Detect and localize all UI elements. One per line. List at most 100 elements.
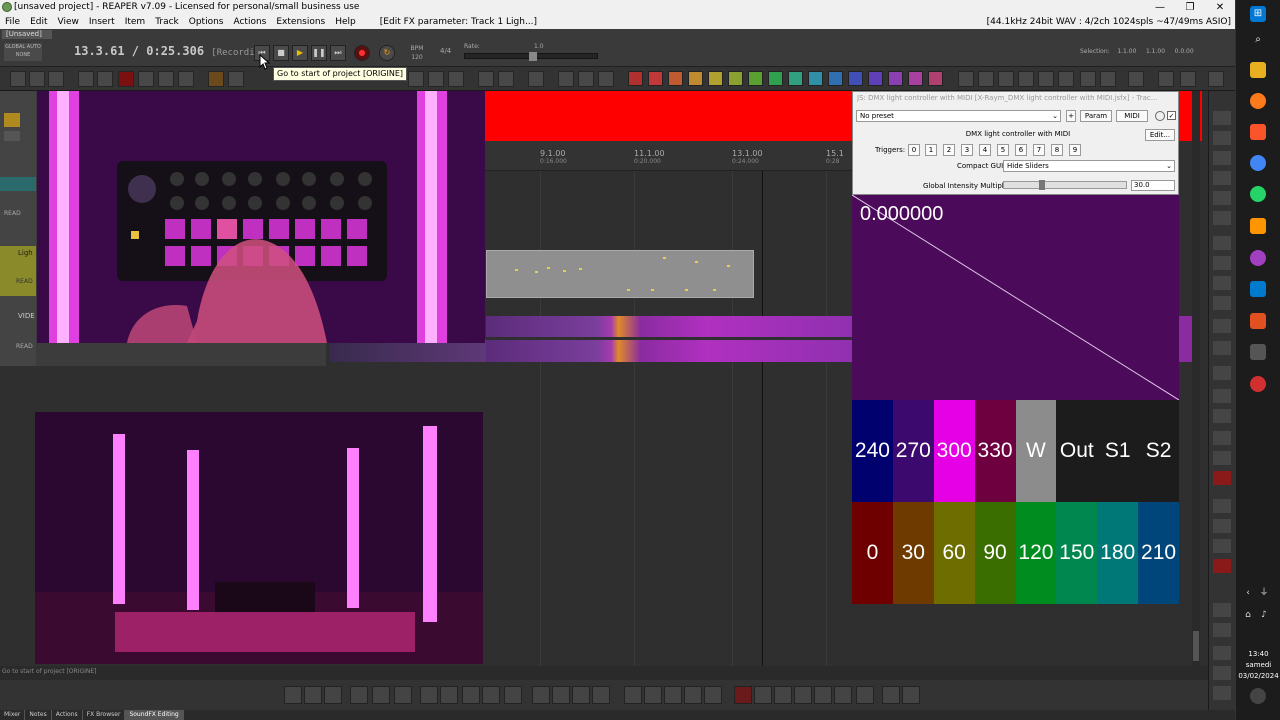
color-swatch[interactable] bbox=[728, 71, 743, 86]
toolbar-button[interactable] bbox=[902, 686, 920, 704]
color-swatch[interactable] bbox=[768, 71, 783, 86]
midi-button[interactable]: MIDI bbox=[1116, 110, 1148, 122]
toolbar-button[interactable] bbox=[478, 71, 494, 87]
restore-button[interactable]: ❐ bbox=[1175, 0, 1205, 15]
menu-actions[interactable]: Actions bbox=[228, 15, 271, 29]
color-swatch[interactable] bbox=[848, 71, 863, 86]
time-display[interactable]: 13.3.61 / 0:25.306 [Recording] bbox=[74, 44, 271, 58]
color-swatch[interactable] bbox=[708, 71, 723, 86]
rate-slider[interactable] bbox=[464, 52, 598, 61]
usb-icon[interactable]: ⏚ bbox=[1256, 585, 1272, 599]
color-swatch[interactable] bbox=[868, 71, 883, 86]
toolbar-button[interactable] bbox=[624, 686, 642, 704]
toolbar-button[interactable] bbox=[138, 71, 154, 87]
fx-graphics-display[interactable]: 0.000000 bbox=[852, 195, 1179, 400]
selection-start[interactable]: 1.1.00 bbox=[1117, 48, 1136, 55]
toolbar-button[interactable] bbox=[794, 686, 812, 704]
toolbar-button[interactable] bbox=[420, 686, 438, 704]
track-button[interactable] bbox=[4, 131, 20, 141]
tab-fx-browser[interactable]: FX Browser bbox=[83, 710, 126, 720]
palette-cell[interactable]: 240 bbox=[852, 400, 893, 502]
track-lane-red[interactable] bbox=[484, 91, 854, 141]
trigger-button[interactable]: 3 bbox=[961, 144, 973, 156]
toolbar-button[interactable] bbox=[998, 71, 1014, 87]
toolbar-button[interactable] bbox=[498, 71, 514, 87]
search-icon[interactable] bbox=[856, 686, 874, 704]
trigger-button[interactable]: 9 bbox=[1069, 144, 1081, 156]
toolbar-button[interactable] bbox=[1213, 319, 1231, 333]
toolbar-button[interactable] bbox=[578, 71, 594, 87]
menu-track[interactable]: Track bbox=[150, 15, 184, 29]
toolbar-button[interactable] bbox=[1213, 623, 1231, 637]
trigger-button[interactable]: 7 bbox=[1033, 144, 1045, 156]
toolbar-button[interactable] bbox=[97, 71, 113, 87]
toolbar-button[interactable] bbox=[350, 686, 368, 704]
toolbar-button[interactable] bbox=[440, 686, 458, 704]
menu-file[interactable]: File bbox=[0, 15, 25, 29]
whatsapp-icon[interactable] bbox=[1250, 186, 1266, 202]
brave-icon[interactable] bbox=[1250, 124, 1266, 140]
toolbar-button[interactable] bbox=[208, 71, 224, 87]
menu-help[interactable]: Help bbox=[330, 15, 361, 29]
color-swatch[interactable] bbox=[628, 71, 643, 86]
toolbar-button[interactable] bbox=[1038, 71, 1054, 87]
toolbar-button[interactable] bbox=[284, 686, 302, 704]
toolbar-button[interactable] bbox=[1213, 471, 1231, 485]
network-icon[interactable]: ⌂ bbox=[1240, 610, 1256, 624]
midi-item[interactable] bbox=[486, 250, 754, 298]
toolbar-button[interactable] bbox=[882, 686, 900, 704]
selection-end[interactable]: 1.1.00 bbox=[1146, 48, 1165, 55]
selection-length[interactable]: 0.0.00 bbox=[1175, 48, 1194, 55]
volume-icon[interactable]: ♪ bbox=[1256, 610, 1272, 624]
color-swatch[interactable] bbox=[788, 71, 803, 86]
toolbar-button[interactable] bbox=[598, 71, 614, 87]
palette-cell[interactable]: 300 bbox=[933, 400, 975, 502]
file-explorer-icon[interactable] bbox=[1250, 62, 1266, 78]
toolbar-button[interactable] bbox=[408, 71, 424, 87]
bypass-checkbox[interactable]: ✓ bbox=[1167, 111, 1176, 120]
toolbar-button[interactable] bbox=[1018, 71, 1034, 87]
toolbar-button[interactable] bbox=[394, 686, 412, 704]
reaper-taskbar-icon[interactable] bbox=[1250, 376, 1266, 392]
palette-cell[interactable]: 60 bbox=[933, 502, 975, 604]
toolbar-button[interactable] bbox=[978, 71, 994, 87]
toolbar-button[interactable] bbox=[532, 686, 550, 704]
param-button[interactable]: Param bbox=[1080, 110, 1112, 122]
toolbar-button[interactable] bbox=[1213, 499, 1231, 513]
toolbar-button[interactable] bbox=[528, 71, 544, 87]
vscode-icon[interactable] bbox=[1250, 281, 1266, 297]
palette-cell[interactable]: 150 bbox=[1056, 502, 1098, 604]
track-row[interactable]: VIDE READ bbox=[0, 309, 36, 350]
tab-mixer[interactable]: Mixer bbox=[0, 710, 26, 720]
menu-edit[interactable]: Edit bbox=[25, 15, 52, 29]
toolbar-button[interactable] bbox=[1213, 666, 1231, 680]
audio-item[interactable] bbox=[486, 316, 854, 362]
chevron-left-icon[interactable]: ‹ bbox=[1240, 588, 1256, 602]
toolbar-button[interactable] bbox=[558, 71, 574, 87]
record-button[interactable]: ● bbox=[354, 45, 370, 61]
palette-cell[interactable]: 30 bbox=[892, 502, 934, 604]
timeline-ruler[interactable]: 9.1.00 0:16.000 11.1.00 0:20.000 13.1.00 0:… bbox=[484, 141, 854, 171]
global-auto-button[interactable]: GLOBAL AUTO NONE bbox=[4, 43, 42, 61]
palette-cell[interactable]: S2 bbox=[1138, 400, 1179, 502]
taskbar-clock[interactable]: 13:40 samedi 03/02/2024 bbox=[1236, 649, 1280, 682]
color-swatch[interactable] bbox=[888, 71, 903, 86]
track-button[interactable] bbox=[4, 113, 20, 127]
play-button[interactable]: ▶ bbox=[292, 45, 308, 61]
compact-gui-select[interactable]: Hide Sliders ⌄ bbox=[1003, 160, 1175, 172]
toolbar-button[interactable] bbox=[1213, 341, 1231, 355]
track-row[interactable]: Ligh READ bbox=[0, 246, 36, 296]
toolbar-button[interactable] bbox=[734, 686, 752, 704]
notification-icon[interactable] bbox=[1250, 688, 1266, 704]
palette-cell[interactable]: W bbox=[1015, 400, 1057, 502]
trigger-button[interactable]: 0 bbox=[908, 144, 920, 156]
toolbar-button[interactable] bbox=[1213, 191, 1231, 205]
vertical-scrollbar-thumb[interactable] bbox=[1193, 631, 1199, 661]
toolbar-button[interactable] bbox=[178, 71, 194, 87]
menu-insert[interactable]: Insert bbox=[84, 15, 120, 29]
toolbar-button[interactable] bbox=[1208, 71, 1224, 87]
preset-select[interactable]: No preset ⌄ bbox=[856, 110, 1061, 122]
palette-cell[interactable]: 180 bbox=[1097, 502, 1139, 604]
toolbar-button[interactable] bbox=[482, 686, 500, 704]
menu-item[interactable]: Item bbox=[120, 15, 151, 29]
